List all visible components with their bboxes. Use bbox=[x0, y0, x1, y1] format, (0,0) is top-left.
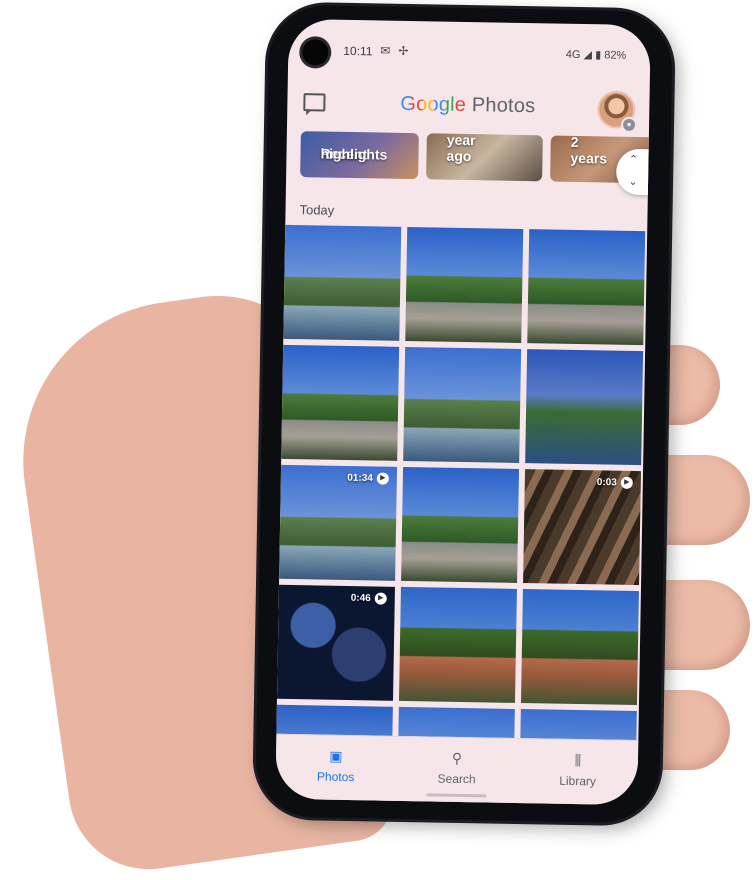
photo-tile[interactable] bbox=[527, 229, 646, 346]
play-icon: ▶ bbox=[374, 592, 387, 605]
nav-search[interactable]: ⚲ Search bbox=[407, 749, 508, 787]
photo-tile[interactable]: 0:46 ▶ bbox=[277, 584, 395, 701]
photo-tile[interactable]: 01:34 ▶ bbox=[279, 464, 398, 581]
nav-photos-label: Photos bbox=[316, 769, 355, 785]
phone-screen: 10:11 ✉ ✢ 4G ◢ ▮ 82% Google Photos ● Rec… bbox=[275, 18, 651, 806]
video-duration-badge: 0:03 ▶ bbox=[597, 476, 633, 489]
nav-library[interactable]: ⫼ Library bbox=[527, 751, 628, 789]
logo-google: Google bbox=[400, 92, 467, 116]
nav-photos[interactable]: ▣ Photos bbox=[286, 747, 387, 785]
messages-icon[interactable] bbox=[303, 93, 326, 112]
photo-tile[interactable] bbox=[525, 349, 644, 466]
photo-tile[interactable] bbox=[283, 224, 402, 341]
status-time: 10:11 bbox=[343, 43, 373, 59]
phone: 10:11 ✉ ✢ 4G ◢ ▮ 82% Google Photos ● Rec… bbox=[254, 4, 674, 824]
search-icon: ⚲ bbox=[451, 749, 463, 767]
battery-icon: ▮ bbox=[595, 49, 602, 62]
photo-tile[interactable] bbox=[405, 226, 524, 343]
memory-1-year-ago[interactable]: 1 year ago bbox=[426, 133, 543, 182]
date-header: Today bbox=[299, 202, 335, 218]
video-duration-badge: 0:46 ▶ bbox=[351, 592, 387, 605]
gmail-icon: ✉ bbox=[380, 43, 391, 58]
photo-grid: 01:34 ▶ 0:03 ▶ 0:46 ▶ bbox=[275, 224, 647, 806]
photos-icon: ▣ bbox=[329, 747, 343, 764]
video-duration: 01:34 bbox=[347, 472, 373, 485]
play-icon: ▶ bbox=[376, 472, 389, 485]
photo-tile[interactable]: 0:03 ▶ bbox=[523, 469, 642, 586]
video-duration: 0:03 bbox=[596, 476, 617, 489]
memory-label-line2: highlights bbox=[320, 145, 388, 163]
logo-photos: Photos bbox=[471, 94, 536, 118]
nav-search-label: Search bbox=[437, 771, 476, 787]
play-icon: ▶ bbox=[620, 476, 633, 489]
memory-label: 2 years bbox=[570, 135, 608, 167]
pinwheel-icon: ✢ bbox=[398, 43, 409, 58]
signal-icon: ◢ bbox=[583, 49, 593, 62]
bottom-nav: ▣ Photos ⚲ Search ⫼ Library bbox=[275, 733, 639, 806]
account-badge-icon: ● bbox=[620, 116, 638, 133]
battery-level: 82% bbox=[604, 49, 627, 62]
photo-tile[interactable] bbox=[403, 346, 522, 463]
photo-tile[interactable] bbox=[401, 466, 520, 583]
photo-tile[interactable] bbox=[398, 586, 517, 703]
nav-library-label: Library bbox=[559, 773, 597, 789]
memories-carousel[interactable]: Recent highlights 1 year ago 2 years bbox=[300, 131, 651, 184]
status-right: 4G ◢ ▮ 82% bbox=[566, 48, 627, 62]
gesture-bar bbox=[426, 793, 487, 798]
photo-tile[interactable] bbox=[520, 589, 639, 706]
status-bar: 10:11 ✉ ✢ 4G ◢ ▮ 82% bbox=[288, 41, 650, 67]
google-photos-logo: Google Photos bbox=[400, 93, 535, 118]
memory-recent-highlights[interactable]: Recent highlights bbox=[300, 131, 419, 180]
library-icon: ⫼ bbox=[574, 751, 582, 769]
video-duration: 0:46 bbox=[350, 592, 371, 605]
memory-label: 1 year ago bbox=[446, 133, 476, 165]
video-duration-badge: 01:34 ▶ bbox=[347, 472, 389, 485]
network-label: 4G bbox=[565, 48, 581, 61]
app-bar: Google Photos ● bbox=[287, 81, 650, 133]
photo-tile[interactable] bbox=[281, 344, 400, 461]
